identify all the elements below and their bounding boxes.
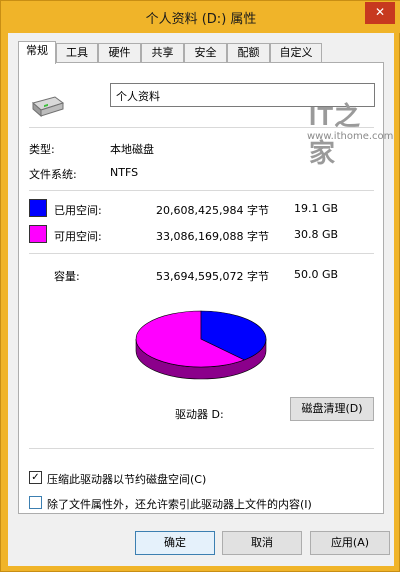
index-checkbox[interactable] (29, 496, 42, 509)
capacity-size: 50.0 GB (294, 268, 339, 281)
window-title: 个人资料 (D:) 属性 (145, 12, 257, 27)
free-space-size: 30.8 GB (294, 228, 339, 241)
filesystem-label: 文件系统: (29, 168, 77, 181)
disk-usage-pie (135, 310, 267, 380)
apply-button[interactable]: 应用(A) (310, 531, 390, 555)
used-space-bytes: 20,608,425,984 字节 (156, 204, 269, 217)
type-value: 本地磁盘 (110, 143, 154, 156)
compress-checkbox[interactable]: ✓ (29, 471, 42, 484)
used-space-label: 已用空间: (54, 204, 102, 217)
filesystem-value: NTFS (110, 166, 139, 179)
disk-cleanup-button[interactable]: 磁盘清理(D) (290, 397, 374, 421)
free-space-bytes: 33,086,169,088 字节 (156, 230, 269, 243)
tab-general[interactable]: 常规 (18, 41, 56, 64)
check-icon: ✓ (31, 472, 40, 483)
separator (29, 448, 374, 449)
free-space-swatch (29, 225, 47, 243)
drive-letter-label: 驱动器 D: (175, 408, 224, 421)
properties-window: 个人资料 (D:) 属性 ✕ 常规 工具 硬件 共享 安全 配额 自定义 个人资… (0, 0, 400, 572)
index-label: 除了文件属性外，还允许索引此驱动器上文件的内容(I) (47, 498, 312, 511)
ithome-url: www.ithome.com (307, 131, 394, 142)
separator (29, 253, 374, 254)
separator (29, 190, 374, 191)
cancel-button[interactable]: 取消 (222, 531, 302, 555)
free-space-label: 可用空间: (54, 230, 102, 243)
compress-label: 压缩此驱动器以节约磁盘空间(C) (47, 473, 207, 486)
close-button[interactable]: ✕ (365, 2, 395, 24)
tab-hardware[interactable]: 硬件 (98, 43, 141, 63)
type-label: 类型: (29, 143, 55, 156)
tab-customize[interactable]: 自定义 (270, 43, 322, 63)
capacity-bytes: 53,694,595,072 字节 (156, 270, 269, 283)
tab-sharing[interactable]: 共享 (141, 43, 184, 63)
general-panel: 个人资料 IT之家 www.ithome.com 类型: 本地磁盘 文件系统: … (18, 62, 393, 514)
separator (29, 127, 374, 128)
dialog-client-area: 常规 工具 硬件 共享 安全 配额 自定义 个人资料 IT之家 www.itho… (8, 33, 394, 566)
tab-security[interactable]: 安全 (184, 43, 227, 63)
close-icon: ✕ (374, 5, 386, 19)
used-space-size: 19.1 GB (294, 202, 339, 215)
title-bar[interactable]: 个人资料 (D:) 属性 ✕ (1, 1, 400, 33)
hard-drive-icon (31, 96, 65, 118)
tab-tools[interactable]: 工具 (56, 43, 98, 63)
ok-button[interactable]: 确定 (135, 531, 215, 555)
tab-quota[interactable]: 配额 (227, 43, 270, 63)
used-space-swatch (29, 199, 47, 217)
capacity-label: 容量: (54, 270, 80, 283)
